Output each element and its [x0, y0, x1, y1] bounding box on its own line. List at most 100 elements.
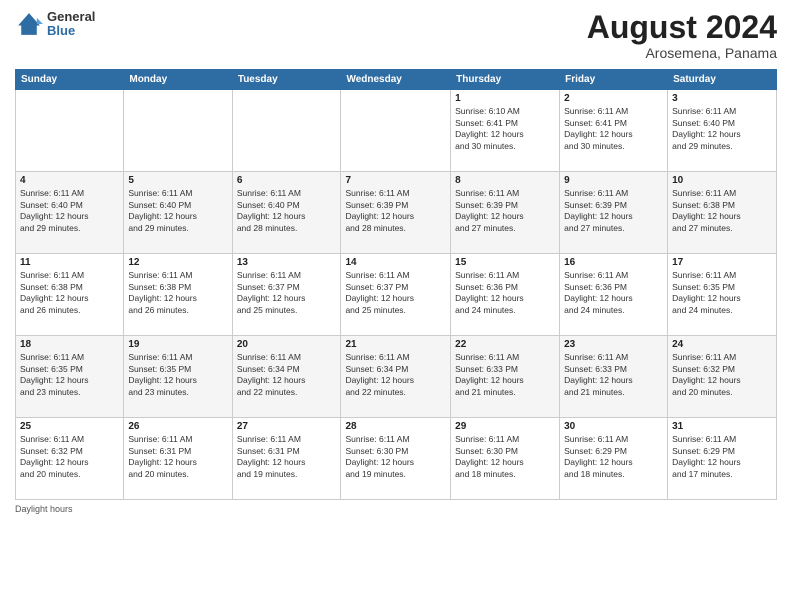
calendar-cell: 15Sunrise: 6:11 AM Sunset: 6:36 PM Dayli… [451, 254, 560, 336]
calendar-cell: 21 Sunrise: 6:11 AM Sunset: 6:34 PM Dayli… [341, 336, 451, 418]
day-number: 18 [20, 339, 119, 350]
day-info: Sunrise: 6:11 AM Sunset: 6:30 PM Dayligh… [455, 434, 555, 480]
day-info: Sunrise: 6:11 AM Sunset: 6:32 PM Dayligh… [672, 352, 772, 398]
day-info: Sunrise: 6:11 AM Sunset: 6:33 PM Dayligh… [455, 352, 555, 398]
day-number: 22 [455, 339, 555, 350]
day-info: Sunrise: 6:11 AM Sunset: 6:39 PM Dayligh… [345, 188, 446, 234]
logo: General Blue [15, 10, 95, 39]
calendar-cell [124, 90, 232, 172]
header: General Blue August 2024 Arosemena, Pana… [15, 10, 777, 61]
day-number: 7 [345, 175, 446, 186]
day-number: 14 [345, 257, 446, 268]
day-info: Sunrise: 6:11 AM Sunset: 6:35 PM Dayligh… [672, 270, 772, 316]
day-info: Sunrise: 6:11 AM Sunset: 6:35 PM Dayligh… [128, 352, 227, 398]
day-info: Sunrise: 6:11 AM Sunset: 6:36 PM Dayligh… [455, 270, 555, 316]
day-number: 17 [672, 257, 772, 268]
day-number: 9 [564, 175, 663, 186]
day-number: 11 [20, 257, 119, 268]
day-info: Sunrise: 6:11 AM Sunset: 6:31 PM Dayligh… [237, 434, 337, 480]
calendar-cell: 1 Sunrise: 6:10 AM Sunset: 6:41 PM Daylig… [451, 90, 560, 172]
day-info: Sunrise: 6:11 AM Sunset: 6:31 PM Dayligh… [128, 434, 227, 480]
calendar-week-5: 25Sunrise: 6:11 AM Sunset: 6:32 PM Dayli… [16, 418, 777, 500]
calendar-header-saturday: Saturday [668, 70, 777, 90]
day-number: 29 [455, 421, 555, 432]
calendar-cell: 10 Sunrise: 6:11 AM Sunset: 6:38 PM Dayli… [668, 172, 777, 254]
calendar-cell: 25Sunrise: 6:11 AM Sunset: 6:32 PM Dayli… [16, 418, 124, 500]
calendar-cell: 31 Sunrise: 6:11 AM Sunset: 6:29 PM Dayli… [668, 418, 777, 500]
day-number: 20 [237, 339, 337, 350]
day-info: Sunrise: 6:11 AM Sunset: 6:36 PM Dayligh… [564, 270, 663, 316]
day-info: Sunrise: 6:11 AM Sunset: 6:38 PM Dayligh… [20, 270, 119, 316]
day-number: 19 [128, 339, 227, 350]
calendar-cell: 23Sunrise: 6:11 AM Sunset: 6:33 PM Dayli… [560, 336, 668, 418]
day-info: Sunrise: 6:11 AM Sunset: 6:34 PM Dayligh… [237, 352, 337, 398]
calendar-cell: 13Sunrise: 6:11 AM Sunset: 6:37 PM Dayli… [232, 254, 341, 336]
footer-note: Daylight hours [15, 504, 777, 514]
calendar-cell: 12 Sunrise: 6:11 AM Sunset: 6:38 PM Dayli… [124, 254, 232, 336]
day-number: 4 [20, 175, 119, 186]
calendar-cell: 30 Sunrise: 6:11 AM Sunset: 6:29 PM Dayli… [560, 418, 668, 500]
calendar-cell: 24Sunrise: 6:11 AM Sunset: 6:32 PM Dayli… [668, 336, 777, 418]
calendar-cell: 4 Sunrise: 6:11 AM Sunset: 6:40 PM Daylig… [16, 172, 124, 254]
day-number: 2 [564, 93, 663, 104]
calendar-cell: 7 Sunrise: 6:11 AM Sunset: 6:39 PM Daylig… [341, 172, 451, 254]
day-info: Sunrise: 6:11 AM Sunset: 6:39 PM Dayligh… [564, 188, 663, 234]
calendar-cell [232, 90, 341, 172]
title-block: August 2024 Arosemena, Panama [587, 10, 777, 61]
day-number: 3 [672, 93, 772, 104]
calendar-cell: 27 Sunrise: 6:11 AM Sunset: 6:31 PM Dayli… [232, 418, 341, 500]
day-info: Sunrise: 6:11 AM Sunset: 6:34 PM Dayligh… [345, 352, 446, 398]
day-info: Sunrise: 6:11 AM Sunset: 6:29 PM Dayligh… [672, 434, 772, 480]
calendar-cell: 22 Sunrise: 6:11 AM Sunset: 6:33 PM Dayli… [451, 336, 560, 418]
day-info: Sunrise: 6:10 AM Sunset: 6:41 PM Dayligh… [455, 106, 555, 152]
day-info: Sunrise: 6:11 AM Sunset: 6:40 PM Dayligh… [672, 106, 772, 152]
day-info: Sunrise: 6:11 AM Sunset: 6:40 PM Dayligh… [237, 188, 337, 234]
calendar-cell: 16 Sunrise: 6:11 AM Sunset: 6:36 PM Dayli… [560, 254, 668, 336]
day-number: 16 [564, 257, 663, 268]
day-info: Sunrise: 6:11 AM Sunset: 6:39 PM Dayligh… [455, 188, 555, 234]
calendar-cell: 18 Sunrise: 6:11 AM Sunset: 6:35 PM Dayli… [16, 336, 124, 418]
calendar-table: SundayMondayTuesdayWednesdayThursdayFrid… [15, 69, 777, 500]
calendar-cell: 5Sunrise: 6:11 AM Sunset: 6:40 PM Daylig… [124, 172, 232, 254]
location: Arosemena, Panama [587, 45, 777, 61]
calendar-cell [16, 90, 124, 172]
day-number: 31 [672, 421, 772, 432]
day-number: 21 [345, 339, 446, 350]
calendar-week-1: 1 Sunrise: 6:10 AM Sunset: 6:41 PM Daylig… [16, 90, 777, 172]
calendar-header-wednesday: Wednesday [341, 70, 451, 90]
day-number: 1 [455, 93, 555, 104]
day-number: 12 [128, 257, 227, 268]
day-info: Sunrise: 6:11 AM Sunset: 6:35 PM Dayligh… [20, 352, 119, 398]
calendar-cell: 20 Sunrise: 6:11 AM Sunset: 6:34 PM Dayli… [232, 336, 341, 418]
day-info: Sunrise: 6:11 AM Sunset: 6:33 PM Dayligh… [564, 352, 663, 398]
calendar-cell: 17 Sunrise: 6:11 AM Sunset: 6:35 PM Dayli… [668, 254, 777, 336]
calendar-week-2: 4 Sunrise: 6:11 AM Sunset: 6:40 PM Daylig… [16, 172, 777, 254]
calendar-cell: 26Sunrise: 6:11 AM Sunset: 6:31 PM Dayli… [124, 418, 232, 500]
day-info: Sunrise: 6:11 AM Sunset: 6:32 PM Dayligh… [20, 434, 119, 480]
page: General Blue August 2024 Arosemena, Pana… [0, 0, 792, 612]
day-info: Sunrise: 6:11 AM Sunset: 6:40 PM Dayligh… [20, 188, 119, 234]
day-number: 27 [237, 421, 337, 432]
calendar-cell: 6Sunrise: 6:11 AM Sunset: 6:40 PM Daylig… [232, 172, 341, 254]
day-number: 30 [564, 421, 663, 432]
calendar-header-friday: Friday [560, 70, 668, 90]
calendar-week-3: 11 Sunrise: 6:11 AM Sunset: 6:38 PM Dayli… [16, 254, 777, 336]
day-info: Sunrise: 6:11 AM Sunset: 6:30 PM Dayligh… [345, 434, 446, 480]
day-number: 13 [237, 257, 337, 268]
logo-general-text: General [47, 10, 95, 24]
calendar-cell: 9 Sunrise: 6:11 AM Sunset: 6:39 PM Daylig… [560, 172, 668, 254]
calendar-cell: 19 Sunrise: 6:11 AM Sunset: 6:35 PM Dayli… [124, 336, 232, 418]
logo-icon [15, 10, 43, 38]
calendar-header-row: SundayMondayTuesdayWednesdayThursdayFrid… [16, 70, 777, 90]
calendar-cell: 2 Sunrise: 6:11 AM Sunset: 6:41 PM Daylig… [560, 90, 668, 172]
day-number: 10 [672, 175, 772, 186]
day-info: Sunrise: 6:11 AM Sunset: 6:29 PM Dayligh… [564, 434, 663, 480]
day-number: 5 [128, 175, 227, 186]
day-info: Sunrise: 6:11 AM Sunset: 6:38 PM Dayligh… [672, 188, 772, 234]
day-info: Sunrise: 6:11 AM Sunset: 6:41 PM Dayligh… [564, 106, 663, 152]
day-info: Sunrise: 6:11 AM Sunset: 6:38 PM Dayligh… [128, 270, 227, 316]
calendar-header-thursday: Thursday [451, 70, 560, 90]
calendar-header-tuesday: Tuesday [232, 70, 341, 90]
calendar-header-monday: Monday [124, 70, 232, 90]
calendar-cell: 28Sunrise: 6:11 AM Sunset: 6:30 PM Dayli… [341, 418, 451, 500]
